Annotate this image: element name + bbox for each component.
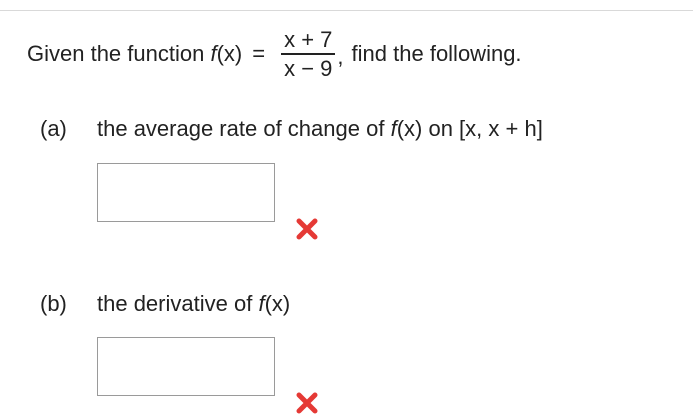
part-b-function-arg: (x): [264, 291, 291, 316]
part-a-label: (a): [40, 116, 67, 141]
fraction-denominator: x − 9: [284, 55, 333, 81]
question-prefix: Given the function: [27, 41, 205, 66]
x-mark-icon: [296, 392, 318, 414]
x-mark-icon: [296, 218, 318, 240]
x-mark-icon: [296, 218, 318, 240]
part-b-text-before: the derivative of: [97, 291, 253, 316]
comma: ,: [337, 44, 344, 69]
top-divider: [0, 0, 693, 11]
part-a-text-after: on [x, x + h]: [428, 116, 543, 141]
part-b-answer-input[interactable]: [97, 337, 275, 396]
equals-sign: =: [252, 41, 266, 66]
part-a-answer-input[interactable]: [97, 163, 275, 222]
fraction-bar: [281, 52, 336, 55]
part-b-prompt: (b) the derivative of f(x): [40, 291, 290, 317]
x-mark-icon: [296, 392, 318, 414]
part-b-label: (b): [40, 291, 67, 316]
function-arg: (x): [216, 41, 243, 66]
part-a-function-arg: (x): [396, 116, 423, 141]
function-fraction: x + 7 x − 9: [281, 26, 336, 81]
fraction-numerator: x + 7: [284, 26, 333, 52]
question-prompt: Given the function f (x) = x + 7 x − 9 , …: [27, 26, 522, 81]
question-suffix: find the following.: [351, 41, 522, 66]
part-a-prompt: (a) the average rate of change of f(x) on…: [40, 116, 543, 142]
part-a-text-before: the average rate of change of: [97, 116, 385, 141]
